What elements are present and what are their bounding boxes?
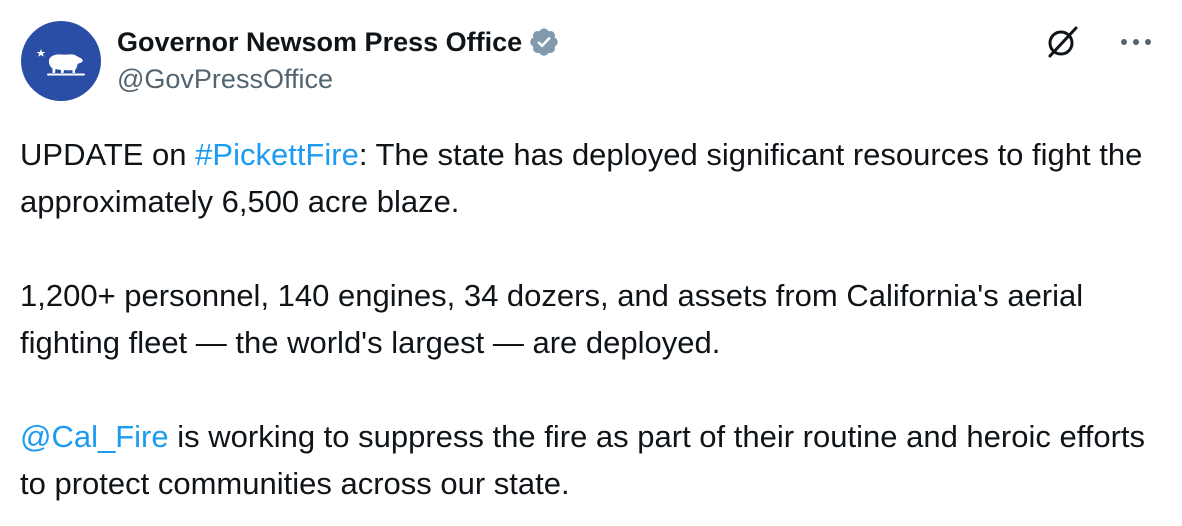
tweet-paragraph-3: @Cal_Fire is working to suppress the fir…	[20, 413, 1170, 507]
tweet-text-segment: UPDATE on	[20, 137, 196, 172]
tweet-text: UPDATE on #PickettFire: The state has de…	[20, 131, 1170, 507]
more-icon[interactable]	[1116, 22, 1156, 62]
california-bear-icon	[36, 49, 85, 76]
grok-icon[interactable]	[1042, 22, 1082, 62]
author-display-name[interactable]: Governor Newsom Press Office	[117, 27, 522, 58]
name-row: Governor Newsom Press Office	[117, 24, 560, 60]
author-info: Governor Newsom Press Office @GovPressOf…	[117, 24, 560, 95]
tweet-text-segment: is working to suppress the fire as part …	[20, 419, 1146, 501]
header-actions	[1042, 22, 1156, 62]
tweet-paragraph-2: 1,200+ personnel, 140 engines, 34 dozers…	[20, 272, 1170, 366]
avatar[interactable]	[21, 21, 101, 101]
mention-link[interactable]: @Cal_Fire	[20, 419, 169, 454]
author-handle[interactable]: @GovPressOffice	[117, 64, 560, 95]
tweet-paragraph-1: UPDATE on #PickettFire: The state has de…	[20, 131, 1170, 225]
verified-badge-icon[interactable]	[528, 26, 560, 58]
tweet-card: Governor Newsom Press Office @GovPressOf…	[0, 0, 1182, 526]
tweet-text-segment: 1,200+ personnel, 140 engines, 34 dozers…	[20, 278, 1084, 360]
hashtag-link[interactable]: #PickettFire	[195, 137, 359, 172]
